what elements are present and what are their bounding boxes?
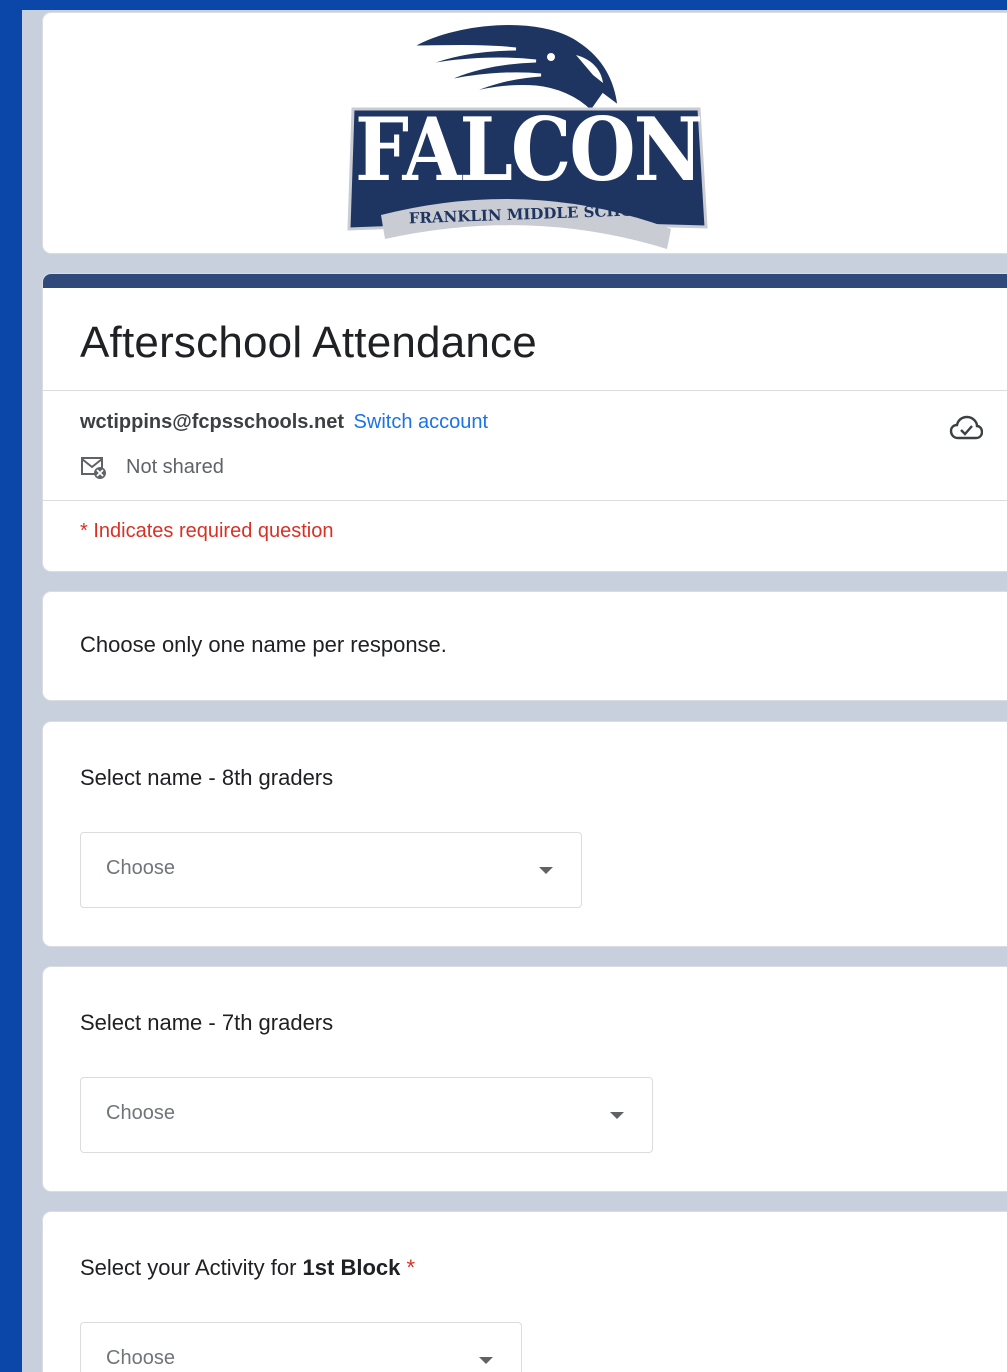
caret-down-icon [479, 1357, 493, 1364]
question-card: Select name - 7th graders Choose [42, 966, 1007, 1192]
mail-not-shared-icon [81, 457, 106, 479]
instructions-text: Choose only one name per response. [80, 632, 447, 657]
question-card: Select your Activity for 1st Block * Cho… [42, 1211, 1007, 1372]
question-label: Select your Activity for 1st Block * [80, 1255, 415, 1281]
theme-color-bar [43, 274, 1007, 288]
header-banner: FALCONS FRANKLIN MIDDLE SCHOOL [42, 12, 1007, 254]
divider [43, 500, 1007, 501]
name-8th-dropdown[interactable]: Choose [80, 832, 582, 908]
logo-wordmark: FALCONS [355, 98, 756, 201]
cloud-check-icon[interactable] [949, 414, 983, 442]
question-label-prefix: Select your Activity for [80, 1255, 303, 1280]
dropdown-placeholder: Choose [106, 1347, 175, 1369]
question-label: Select name - 8th graders [80, 765, 334, 790]
form-page: FALCONS FRANKLIN MIDDLE SCHOOL Afterscho… [22, 10, 1007, 1372]
dropdown-placeholder: Choose [106, 857, 175, 879]
required-note: * Indicates required question [80, 520, 334, 542]
question-label: Select name - 7th graders [80, 1010, 334, 1035]
share-status: Not shared [80, 454, 224, 480]
caret-down-icon [539, 867, 553, 874]
account-email: wctippins@fcpsschools.net [80, 411, 344, 433]
required-asterisk: * [406, 1255, 416, 1280]
dropdown-placeholder: Choose [106, 1102, 175, 1124]
form-title-card: Afterschool Attendance wctippins@fcpssch… [42, 273, 1007, 572]
question-label-bold: 1st Block [302, 1255, 401, 1280]
divider [43, 390, 1007, 391]
question-card: Select name - 8th graders Choose [42, 721, 1007, 947]
form-title: Afterschool Attendance [80, 318, 537, 367]
shared-status-text: Not shared [126, 455, 224, 478]
switch-account-link[interactable]: Switch account [354, 411, 489, 433]
name-7th-dropdown[interactable]: Choose [80, 1077, 653, 1153]
activity-1st-block-dropdown[interactable]: Choose [80, 1322, 522, 1372]
caret-down-icon [610, 1112, 624, 1119]
account-row: wctippins@fcpsschools.net Switch account [80, 411, 488, 434]
falcons-logo: FALCONS FRANKLIN MIDDLE SCHOOL [341, 17, 756, 249]
instructions-card: Choose only one name per response. [42, 591, 1007, 701]
